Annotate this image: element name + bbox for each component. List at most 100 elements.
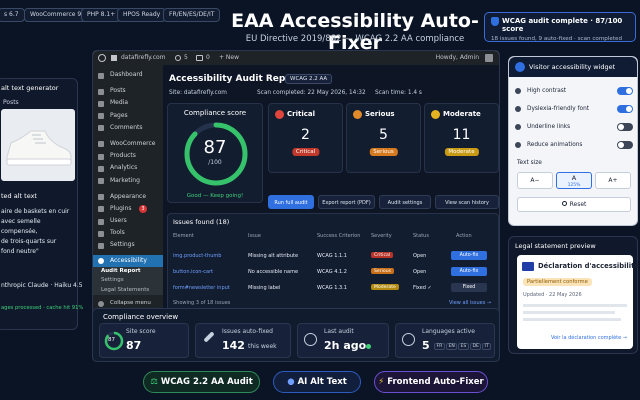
- plugins-badge: 3: [139, 204, 147, 213]
- alert-icon: [275, 110, 284, 119]
- text-size-decrease[interactable]: A−: [517, 172, 553, 189]
- audit-settings-button[interactable]: Audit settings: [379, 195, 431, 209]
- dashboard-icon: [98, 72, 104, 79]
- languages-card: Languages active 5 FR EN ES DE IT: [395, 323, 495, 358]
- report-time: Scan time: 1.4 s: [375, 90, 422, 96]
- page-title: Accessibility Audit Report: [169, 74, 301, 84]
- text-placeholder-line: [523, 311, 615, 314]
- accessibility-icon: [515, 62, 525, 72]
- legal-full-link[interactable]: Voir la déclaration complète →: [551, 335, 627, 341]
- option-reduce-animations[interactable]: Reduce animations: [515, 139, 633, 151]
- users-icon: [98, 218, 104, 225]
- serious-tag: Serious: [369, 148, 398, 156]
- compliance-overview: Compliance overview 87 Site score 87 Iss…: [92, 308, 500, 362]
- site-score-ring-value: 87: [108, 337, 115, 343]
- sidebar-item-tools[interactable]: Tools: [93, 227, 163, 239]
- admin-bar-new[interactable]: + New: [219, 51, 239, 65]
- text-placeholder-line: [523, 304, 627, 307]
- view-scan-history-button[interactable]: View scan history: [435, 195, 499, 209]
- brain-icon: ●: [287, 377, 298, 387]
- text-size-increase[interactable]: A+: [595, 172, 631, 189]
- severity-badge: Moderate: [371, 284, 399, 290]
- report-completed: Scan completed: 22 May 2026, 14:32: [257, 90, 366, 96]
- score-max: /100: [208, 159, 222, 166]
- analytics-icon: [98, 165, 104, 172]
- export-report-button[interactable]: Export report (PDF): [318, 195, 375, 209]
- score-value: 87: [203, 137, 227, 158]
- high-contrast-toggle[interactable]: [617, 87, 633, 95]
- audit-report-main: Accessibility Audit Report WCAG 2.2 AA S…: [163, 65, 499, 315]
- alt-card-status: ages processed · cache hit 91%: [1, 305, 84, 311]
- sidebar-item-appearance[interactable]: Appearance: [93, 191, 163, 203]
- view-all-issues-link[interactable]: View all issues →: [449, 300, 491, 306]
- pill-hpos: HPOS Ready: [117, 8, 167, 22]
- fixed-button[interactable]: Fixed: [451, 283, 487, 292]
- admin-bar-site[interactable]: datafirefly.com: [121, 51, 166, 65]
- text-placeholder-line: [523, 318, 621, 321]
- sidebar-item-settings[interactable]: Settings: [93, 239, 163, 251]
- reset-button[interactable]: Reset: [517, 197, 631, 212]
- sidebar-item-comments[interactable]: Comments: [93, 122, 163, 134]
- sidebar-item-products[interactable]: Products: [93, 150, 163, 162]
- info-icon: [431, 110, 440, 119]
- toast-title: WCAG audit complete · 87/100 score: [502, 17, 623, 33]
- wordpress-icon[interactable]: [98, 54, 106, 62]
- brush-icon: [98, 194, 104, 201]
- submenu-legal-statements[interactable]: Legal Statements: [93, 285, 163, 296]
- sidebar-item-dashboard[interactable]: Dashboard: [93, 69, 163, 81]
- wrench-icon: [98, 230, 104, 237]
- feature-frontend-auto-fixer: ⚡ Frontend Auto-Fixer: [374, 371, 488, 393]
- refresh-icon[interactable]: [175, 55, 181, 61]
- sidebar-item-users[interactable]: Users: [93, 215, 163, 227]
- sidebar-item-woocommerce[interactable]: WooCommerce: [93, 138, 163, 150]
- text-size-current[interactable]: A 125%: [556, 172, 592, 189]
- auto-fix-button[interactable]: Auto-fix: [451, 251, 487, 260]
- shield-icon: [491, 17, 499, 26]
- issues-table-panel: [167, 213, 499, 311]
- sidebar-item-analytics[interactable]: Analytics: [93, 162, 163, 174]
- run-full-audit-button[interactable]: Run full audit: [268, 195, 314, 209]
- lang-es: ES: [458, 343, 469, 350]
- avatar[interactable]: [485, 54, 493, 62]
- last-audit-card: Last audit 2h ago: [297, 323, 389, 358]
- settings-icon: [98, 242, 104, 249]
- dyslexia-font-toggle[interactable]: [617, 105, 633, 113]
- underline-links-toggle[interactable]: [617, 123, 633, 131]
- contrast-icon: [515, 88, 521, 94]
- reduce-animations-toggle[interactable]: [617, 141, 633, 149]
- widget-title: Visitor accessibility widget: [529, 63, 616, 71]
- alt-text-card: alt text generator Posts ted alt text ai…: [0, 78, 83, 330]
- alt-card-section: Posts: [3, 99, 19, 106]
- submenu-settings[interactable]: Settings: [93, 276, 163, 286]
- compliance-score-card: Compliance score 87 /100 Good — Keep goi…: [167, 103, 263, 203]
- feature-ai-alt-text: ● AI Alt Text: [273, 371, 361, 393]
- alt-card-title: alt text generator: [1, 84, 59, 92]
- sidebar-item-pages[interactable]: Pages: [93, 110, 163, 122]
- serious-metric-card: Serious 5 Serious: [346, 103, 421, 173]
- sidebar-item-posts[interactable]: Posts: [93, 85, 163, 97]
- eu-flag-icon: [522, 262, 534, 271]
- issues-title: Issues found (18): [173, 218, 230, 226]
- alt-card-model: nthropic Claude · Haiku 4.5: [1, 282, 83, 289]
- lang-en: EN: [446, 343, 458, 350]
- home-icon[interactable]: [111, 55, 117, 61]
- submenu-audit-report[interactable]: Audit Report: [93, 266, 163, 277]
- option-high-contrast[interactable]: High contrast: [515, 85, 633, 97]
- option-dyslexia-font[interactable]: Dyslexia-friendly font: [515, 103, 633, 115]
- admin-bar-updates[interactable]: 5: [184, 51, 188, 65]
- auto-fixed-suffix: this week: [248, 343, 277, 350]
- option-underline-links[interactable]: Underline links: [515, 121, 633, 133]
- sidebar-item-media[interactable]: Media: [93, 97, 163, 109]
- comment-icon[interactable]: [196, 55, 203, 61]
- link-icon: [515, 124, 521, 130]
- conformance-badge: Partiellement conforme: [523, 278, 592, 286]
- admin-bar-user[interactable]: Howdy, Admin: [436, 51, 479, 65]
- sidebar-item-marketing[interactable]: Marketing: [93, 175, 163, 187]
- sidebar-item-plugins[interactable]: Plugins 3: [93, 203, 163, 215]
- sidebar-item-accessibility[interactable]: Accessibility: [93, 254, 163, 267]
- critical-metric-card: Critical 2 Critical: [268, 103, 343, 173]
- plugin-icon: [98, 206, 104, 213]
- admin-bar-comments[interactable]: 0: [206, 51, 210, 65]
- hero-subtitle: EU Directive 2019/882 — WCAG 2.2 AA comp…: [245, 34, 465, 44]
- auto-fix-button[interactable]: Auto-fix: [451, 267, 487, 276]
